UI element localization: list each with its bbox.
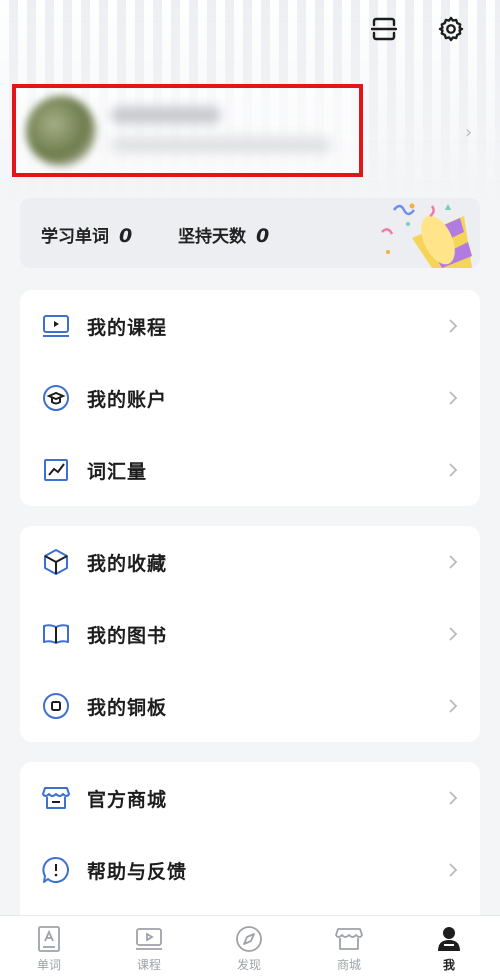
chevron-right-icon: [449, 463, 458, 477]
scan-icon[interactable]: [368, 13, 400, 45]
book-icon: [41, 619, 71, 649]
tab-label: 商城: [336, 958, 361, 972]
menu-item-my-account[interactable]: 我的账户: [20, 362, 480, 434]
username-blurred: [111, 106, 221, 124]
tab-label: 我: [442, 958, 455, 972]
menu-item-my-favorites[interactable]: 我的收藏: [20, 526, 480, 598]
cube-icon: [41, 547, 71, 577]
tab-me[interactable]: 我: [414, 916, 484, 978]
chevron-right-icon: [449, 319, 458, 333]
study-stats-banner: 学习单词 0 坚持天数 0: [20, 198, 480, 268]
tab-courses[interactable]: 课程: [114, 916, 184, 978]
help-chat-icon: [41, 855, 71, 885]
menu-item-my-courses[interactable]: 我的课程: [20, 290, 480, 362]
gear-icon[interactable]: [435, 13, 467, 45]
words-learned-stat: 学习单词 0: [41, 222, 132, 247]
chevron-right-icon: [449, 627, 458, 641]
menu-item-label: 词汇量: [87, 460, 148, 483]
store-icon: [334, 924, 364, 954]
chevron-right-icon: [449, 863, 458, 877]
tab-discover[interactable]: 发现: [214, 916, 284, 978]
chevron-right-icon: [449, 791, 458, 805]
line-chart-icon: [41, 455, 71, 485]
chevron-right-icon: [449, 555, 458, 569]
menu-item-label: 帮助与反馈: [87, 860, 188, 883]
menu-item-label: 我的收藏: [87, 552, 168, 575]
menu-card-learning: 我的课程 我的账户 词汇量: [20, 290, 480, 506]
streak-days-value: 0: [256, 225, 270, 247]
bottom-tab-bar: 单词 课程 发现 商城 我: [0, 915, 500, 978]
tab-label: 课程: [136, 958, 161, 972]
tab-label: 发现: [236, 958, 261, 972]
menu-card-service: 官方商城 帮助与反馈: [20, 762, 480, 932]
menu-item-official-store[interactable]: 官方商城: [20, 762, 480, 834]
avatar[interactable]: [26, 96, 96, 166]
video-lesson-icon: [134, 924, 164, 954]
store-icon: [41, 783, 71, 813]
chevron-right-icon: [449, 699, 458, 713]
menu-item-label: 我的图书: [87, 624, 168, 647]
menu-item-label: 官方商城: [87, 788, 168, 811]
words-learned-label: 学习单词: [41, 227, 109, 247]
menu-item-vocabulary[interactable]: 词汇量: [20, 434, 480, 506]
menu-item-my-books[interactable]: 我的图书: [20, 598, 480, 670]
menu-item-label: 我的账户: [87, 388, 168, 411]
profile-chevron-icon[interactable]: ›: [465, 122, 472, 143]
party-popper-icon: [381, 203, 472, 268]
graduation-cap-icon: [41, 383, 71, 413]
tab-words[interactable]: 单词: [14, 916, 84, 978]
user-info-blurred: [111, 138, 331, 152]
words-learned-value: 0: [119, 225, 133, 247]
compass-icon: [234, 924, 264, 954]
word-card-icon: [34, 924, 64, 954]
menu-item-label: 我的课程: [87, 316, 168, 339]
tab-store[interactable]: 商城: [314, 916, 384, 978]
video-lesson-icon: [41, 311, 71, 341]
chevron-right-icon: [449, 391, 458, 405]
menu-card-collections: 我的收藏 我的图书 我的铜板: [20, 526, 480, 742]
streak-days-label: 坚持天数: [178, 227, 246, 247]
menu-item-my-coins[interactable]: 我的铜板: [20, 670, 480, 742]
streak-days-stat: 坚持天数 0: [178, 222, 269, 247]
tab-label: 单词: [36, 958, 61, 972]
menu-item-help-feedback[interactable]: 帮助与反馈: [20, 834, 480, 906]
profile-card[interactable]: [12, 84, 363, 177]
coin-icon: [41, 691, 71, 721]
user-icon: [434, 924, 464, 954]
menu-item-label: 我的铜板: [87, 696, 168, 719]
